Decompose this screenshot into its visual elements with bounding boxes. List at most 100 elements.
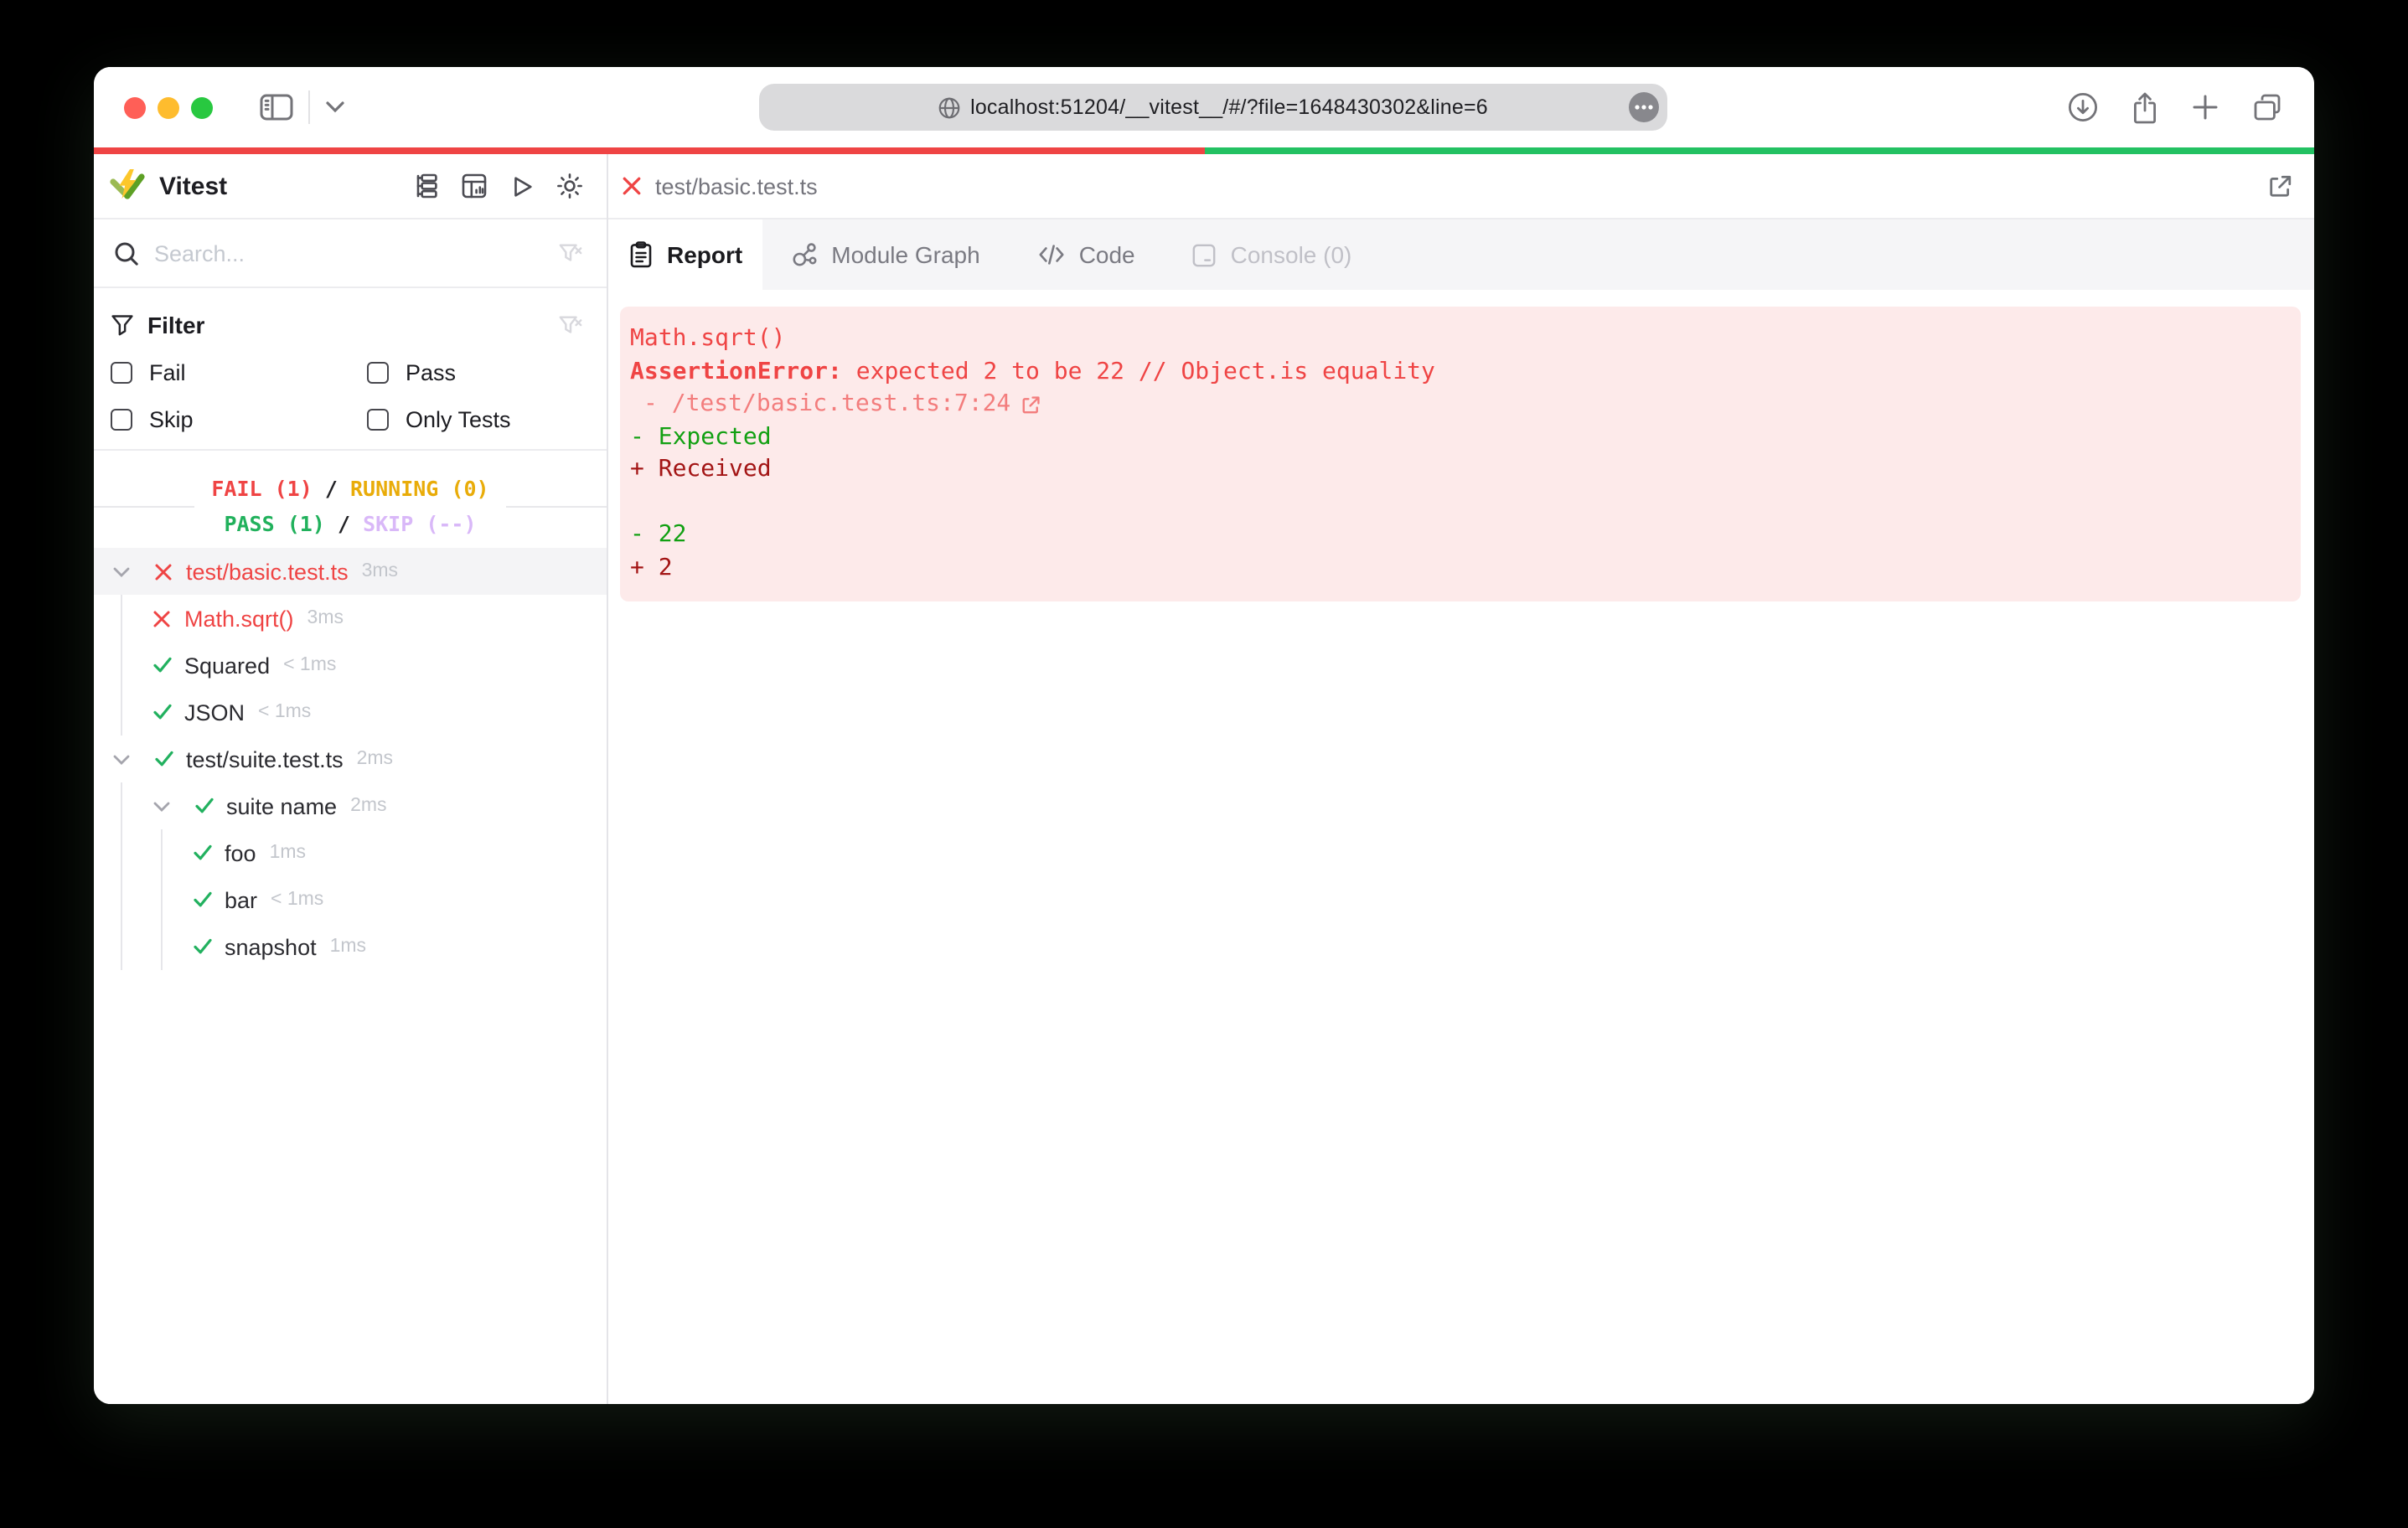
fail-icon bbox=[154, 562, 186, 581]
tree-view-icon bbox=[412, 173, 439, 199]
clear-search-filter-icon[interactable] bbox=[558, 240, 583, 266]
fail-count: FAIL (1) bbox=[211, 476, 313, 501]
test-duration: 1ms bbox=[269, 843, 307, 863]
diff-blank-line bbox=[630, 487, 2281, 519]
page-settings-button[interactable] bbox=[1629, 92, 1659, 122]
tab-report[interactable]: Report bbox=[608, 219, 763, 290]
tree-item-bar[interactable]: bar < 1ms bbox=[94, 876, 607, 923]
indent-guide bbox=[152, 829, 193, 876]
test-duration: 2ms bbox=[356, 749, 394, 769]
diff-received-value: + 2 bbox=[630, 554, 673, 581]
share-icon bbox=[2132, 91, 2158, 123]
browser-toolbar: localhost:51204/__vitest__/#/?file=16484… bbox=[94, 67, 2314, 147]
filter-icon bbox=[111, 313, 134, 337]
share-button[interactable] bbox=[2132, 91, 2158, 123]
checkbox-icon bbox=[111, 362, 132, 384]
theme-toggle-button[interactable] bbox=[556, 173, 583, 199]
search-input[interactable] bbox=[154, 240, 543, 266]
address-bar[interactable]: localhost:51204/__vitest__/#/?file=16484… bbox=[759, 84, 1667, 131]
filter-checkbox-skip[interactable]: Skip bbox=[111, 407, 367, 432]
tree-item-snapshot[interactable]: snapshot 1ms bbox=[94, 923, 607, 970]
indent-guide bbox=[112, 689, 152, 736]
chevron-down-icon[interactable] bbox=[112, 565, 154, 577]
chevron-down-icon[interactable] bbox=[112, 753, 154, 765]
tree-item-squared[interactable]: Squared < 1ms bbox=[94, 642, 607, 689]
play-icon bbox=[509, 173, 535, 199]
search-icon bbox=[114, 240, 139, 266]
indent-guide bbox=[112, 782, 152, 829]
test-duration: 3ms bbox=[307, 608, 344, 628]
tab-overview-button[interactable] bbox=[2252, 92, 2282, 122]
test-duration: 2ms bbox=[350, 796, 387, 816]
chevron-down-icon[interactable] bbox=[152, 800, 194, 812]
test-file-name: test/basic.test.ts bbox=[186, 559, 349, 584]
run-all-button[interactable] bbox=[509, 173, 535, 199]
test-summary: FAIL (1) / RUNNING (0) PASS (1) / SKIP (… bbox=[94, 451, 607, 548]
tabs-overview-icon bbox=[2252, 92, 2282, 122]
clear-filters-icon[interactable] bbox=[558, 312, 583, 338]
app-title: Vitest bbox=[159, 172, 228, 200]
globe-icon bbox=[938, 96, 960, 118]
filter-checkbox-fail[interactable]: Fail bbox=[111, 360, 367, 385]
filter-checkbox-only-tests[interactable]: Only Tests bbox=[367, 407, 583, 432]
open-file-name: test/basic.test.ts bbox=[655, 173, 818, 199]
skip-count: SKIP (--) bbox=[363, 511, 477, 536]
open-in-editor-button[interactable] bbox=[2267, 173, 2292, 199]
tree-item-json[interactable]: JSON < 1ms bbox=[94, 689, 607, 736]
plus-icon bbox=[2192, 94, 2219, 121]
checkbox-icon bbox=[111, 409, 132, 431]
pass-count: PASS (1) bbox=[224, 511, 325, 536]
minimize-window-button[interactable] bbox=[158, 96, 179, 118]
tree-item-math-sqrt[interactable]: Math.sqrt() 3ms bbox=[94, 595, 607, 642]
zoom-window-button[interactable] bbox=[191, 96, 213, 118]
test-name: Squared bbox=[184, 653, 271, 678]
test-name: bar bbox=[225, 887, 258, 912]
tree-item-suite-test-file[interactable]: test/suite.test.ts 2ms bbox=[94, 736, 607, 782]
tab-module-graph[interactable]: Module Graph bbox=[762, 219, 1008, 290]
sidebar-toggle-icon bbox=[260, 94, 293, 121]
running-count: RUNNING (0) bbox=[350, 476, 489, 501]
indent-guide bbox=[152, 923, 193, 970]
sidebar-toggle-button[interactable] bbox=[260, 94, 293, 121]
window-controls bbox=[124, 96, 213, 118]
suite-name: suite name bbox=[226, 793, 338, 818]
browser-window: localhost:51204/__vitest__/#/?file=16484… bbox=[94, 67, 2314, 1404]
sidebar-header: Vitest bbox=[94, 154, 607, 219]
tab-console[interactable]: Console (0) bbox=[1164, 219, 1381, 290]
collapse-tree-button[interactable] bbox=[412, 173, 439, 199]
pass-icon bbox=[193, 937, 225, 957]
test-name: JSON bbox=[184, 699, 245, 725]
dashboard-button[interactable] bbox=[461, 173, 488, 199]
checkbox-icon bbox=[367, 362, 389, 384]
close-window-button[interactable] bbox=[124, 96, 146, 118]
summary-line-1: FAIL (1) / RUNNING (0) bbox=[211, 476, 489, 501]
url-text: localhost:51204/__vitest__/#/?file=16484… bbox=[970, 96, 1488, 119]
indent-guide bbox=[112, 923, 152, 970]
tab-label: Module Graph bbox=[831, 241, 980, 268]
tree-item-suite-name[interactable]: suite name 2ms bbox=[94, 782, 607, 829]
tree-item-basic-test-file[interactable]: test/basic.test.ts 3ms bbox=[94, 548, 607, 595]
filter-checkbox-pass[interactable]: Pass bbox=[367, 360, 583, 385]
tab-code[interactable]: Code bbox=[1009, 219, 1164, 290]
test-name: snapshot bbox=[225, 934, 317, 959]
download-icon bbox=[2068, 92, 2098, 122]
toolbar-right-actions bbox=[2068, 91, 2287, 123]
pass-icon bbox=[194, 796, 226, 816]
fail-icon bbox=[622, 176, 642, 196]
test-duration: < 1ms bbox=[258, 702, 312, 722]
diff-expected-value: - 22 bbox=[630, 521, 687, 548]
test-duration: 3ms bbox=[361, 561, 399, 581]
tab-group-menu-button[interactable] bbox=[325, 101, 345, 114]
sidebar: Vitest Search... Filter Fail Pass Skip O… bbox=[94, 154, 608, 1404]
new-tab-button[interactable] bbox=[2192, 94, 2219, 121]
downloads-button[interactable] bbox=[2068, 92, 2098, 122]
pass-icon bbox=[154, 749, 186, 769]
indent-guide bbox=[112, 829, 152, 876]
stack-trace-line: - /test/basic.test.ts:7:24 bbox=[630, 389, 2281, 421]
pass-icon bbox=[152, 702, 184, 722]
tree-item-foo[interactable]: foo 1ms bbox=[94, 829, 607, 876]
module-graph-icon bbox=[791, 241, 818, 268]
test-name: foo bbox=[225, 840, 256, 865]
summary-line-2: PASS (1) / SKIP (--) bbox=[224, 511, 477, 536]
test-name: Math.sqrt() bbox=[184, 606, 294, 631]
